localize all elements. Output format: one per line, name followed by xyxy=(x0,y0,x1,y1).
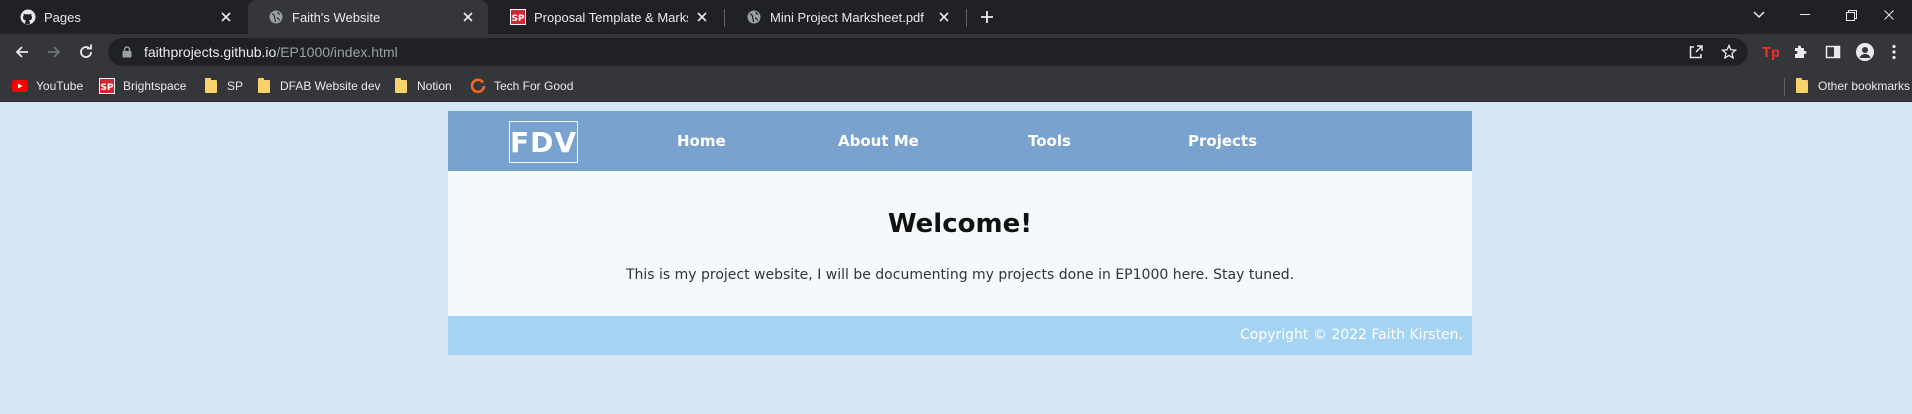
bookmark-label: Notion xyxy=(417,79,452,93)
back-button[interactable] xyxy=(8,38,36,66)
site-logo[interactable]: FDV xyxy=(509,121,578,163)
tab-title: Mini Project Marksheet.pdf xyxy=(770,9,924,25)
nav-link-tools[interactable]: Tools xyxy=(1028,132,1071,150)
tab-title: Pages xyxy=(44,9,81,25)
bookmark-tech-for-good[interactable]: Tech For Good xyxy=(470,76,573,96)
tab-separator xyxy=(966,9,967,27)
browser-toolbar: faithprojects.github.io/EP1000/index.htm… xyxy=(0,34,1912,70)
tab-pages[interactable]: Pages xyxy=(0,0,246,34)
bookmarks-separator xyxy=(1784,78,1785,96)
folder-icon xyxy=(1794,77,1810,94)
extension-tp-icon[interactable]: Tp xyxy=(1760,42,1780,62)
reload-button[interactable] xyxy=(72,38,100,66)
svg-text:SP: SP xyxy=(511,14,524,24)
nav-link-projects[interactable]: Projects xyxy=(1188,132,1257,150)
svg-text:SP: SP xyxy=(100,83,113,93)
tab-strip: Pages Faith's Website SP Proposal Templa… xyxy=(0,0,1912,34)
bookmark-label: Brightspace xyxy=(123,79,187,93)
bookmarks-bar: YouTube SP Brightspace SP DFAB Website d… xyxy=(0,70,1912,102)
nav-link-home[interactable]: Home xyxy=(677,132,726,150)
nav-link-about-me[interactable]: About Me xyxy=(838,132,919,150)
folder-icon xyxy=(393,77,409,94)
youtube-icon xyxy=(12,78,28,94)
bookmark-other-bookmarks[interactable]: Other bookmarks xyxy=(1794,76,1910,96)
bookmark-folder-dfab[interactable]: DFAB Website dev xyxy=(256,76,381,96)
site-footer: Copyright © 2022 Faith Kirsten. xyxy=(448,316,1472,355)
share-icon[interactable] xyxy=(1686,42,1706,62)
forward-button[interactable] xyxy=(40,38,68,66)
close-icon[interactable] xyxy=(936,9,952,25)
bookmark-label: DFAB Website dev xyxy=(280,79,381,93)
sp-icon: SP xyxy=(99,78,115,94)
side-panel-icon[interactable] xyxy=(1823,42,1843,62)
copyright-text: Copyright © 2022 Faith Kirsten. xyxy=(1240,327,1463,343)
bookmark-label: Other bookmarks xyxy=(1818,79,1911,93)
tech-for-good-icon xyxy=(470,78,486,94)
bookmark-label: Tech For Good xyxy=(494,79,574,93)
bookmark-label: SP xyxy=(227,79,244,93)
bookmark-brightspace[interactable]: SP Brightspace xyxy=(99,76,186,96)
folder-icon xyxy=(203,77,219,94)
close-window-icon[interactable] xyxy=(1866,0,1912,30)
globe-icon xyxy=(746,9,762,25)
lock-icon[interactable] xyxy=(120,45,134,59)
sp-icon: SP xyxy=(510,9,526,25)
bookmark-folder-notion[interactable]: Notion xyxy=(393,76,452,96)
page-heading: Welcome! xyxy=(887,209,1033,239)
tab-faiths-website[interactable]: Faith's Website xyxy=(248,0,488,34)
tab-title: Proposal Template & Marksheet xyxy=(534,9,688,25)
address-bar[interactable]: faithprojects.github.io/EP1000/index.htm… xyxy=(108,38,1748,66)
bookmark-star-icon[interactable] xyxy=(1719,42,1739,62)
tab-separator xyxy=(724,9,725,27)
minimize-icon[interactable] xyxy=(1782,0,1828,30)
close-icon[interactable] xyxy=(218,9,234,25)
globe-icon xyxy=(268,9,284,25)
close-icon[interactable] xyxy=(460,9,476,25)
menu-kebab-icon[interactable] xyxy=(1887,42,1901,62)
extensions-puzzle-icon[interactable] xyxy=(1790,42,1810,62)
github-icon xyxy=(20,9,36,25)
url-host: faithprojects.github.io xyxy=(144,44,277,60)
tab-search-icon[interactable] xyxy=(1736,0,1782,30)
bookmark-label: YouTube xyxy=(36,79,84,93)
intro-text: This is my project website, I will be do… xyxy=(625,267,1295,283)
new-tab-button[interactable] xyxy=(976,6,998,28)
close-icon[interactable] xyxy=(694,9,710,25)
bookmark-youtube[interactable]: YouTube xyxy=(12,76,83,96)
bookmark-folder-sp[interactable]: SP xyxy=(203,76,243,96)
url-path: /EP1000/index.html xyxy=(276,44,398,60)
tab-mini-project-marksheet[interactable]: Mini Project Marksheet.pdf xyxy=(726,0,964,34)
profile-avatar-icon[interactable] xyxy=(1855,42,1875,62)
svg-text:Tp: Tp xyxy=(1762,46,1779,60)
website-container: FDV Home About Me Tools Projects Welcome… xyxy=(448,111,1472,355)
folder-icon xyxy=(256,77,272,94)
site-navbar: FDV Home About Me Tools Projects xyxy=(448,111,1472,171)
tab-title: Faith's Website xyxy=(292,9,381,25)
tab-proposal-template[interactable]: SP Proposal Template & Marksheet xyxy=(490,0,722,34)
site-main-content: Welcome! This is my project website, I w… xyxy=(448,171,1472,316)
